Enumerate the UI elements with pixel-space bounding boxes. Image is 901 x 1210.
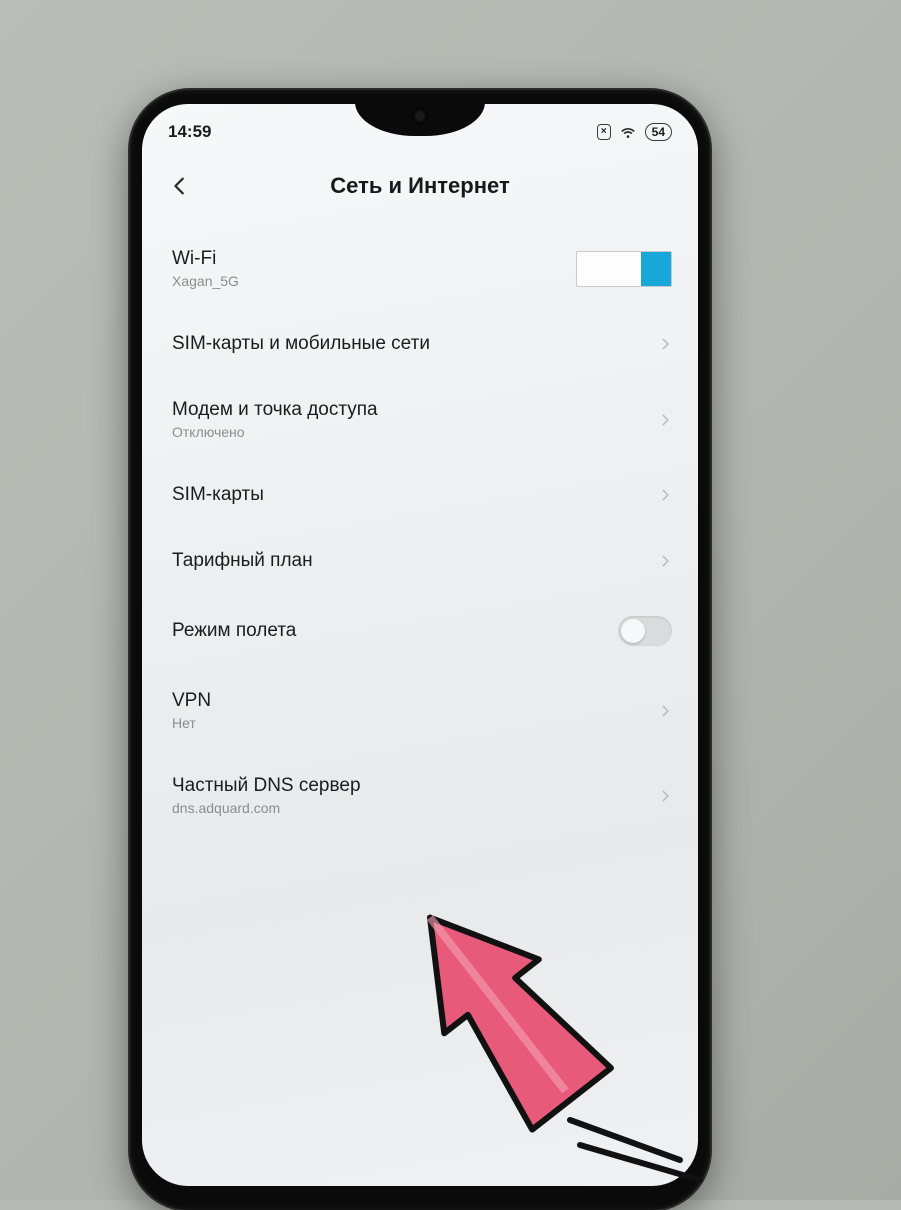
chevron-right-icon — [658, 554, 672, 568]
battery-indicator: 54 — [645, 123, 672, 141]
airplane-toggle[interactable] — [618, 616, 672, 646]
wifi-toggle[interactable] — [576, 251, 672, 287]
dns-sublabel: dns.adquard.com — [172, 800, 361, 816]
row-sim-mobile[interactable]: SIM-карты и мобильные сети — [172, 311, 672, 377]
no-sim-icon: × — [597, 124, 611, 140]
hotspot-sublabel: Отключено — [172, 424, 378, 440]
dns-label: Частный DNS сервер — [172, 775, 361, 797]
chevron-left-icon — [169, 175, 191, 197]
tariff-label: Тарифный план — [172, 550, 313, 572]
chevron-right-icon — [658, 704, 672, 718]
airplane-label: Режим полета — [172, 620, 296, 642]
wifi-icon — [619, 123, 637, 141]
wifi-sublabel: Xagan_5G — [172, 273, 239, 289]
phone-frame: 14:59 × 54 Сеть и Интернет Wi-Fi — [130, 90, 710, 1210]
chevron-right-icon — [658, 337, 672, 351]
vpn-label: VPN — [172, 690, 211, 712]
row-wifi[interactable]: Wi-Fi Xagan_5G — [172, 226, 672, 311]
vpn-sublabel: Нет — [172, 715, 211, 731]
settings-list: Wi-Fi Xagan_5G SIM-карты и мобильные сет… — [142, 220, 698, 838]
wifi-label: Wi-Fi — [172, 248, 239, 270]
row-sim[interactable]: SIM-карты — [172, 462, 672, 528]
chevron-right-icon — [658, 789, 672, 803]
row-tariff[interactable]: Тарифный план — [172, 528, 672, 594]
page-title: Сеть и Интернет — [200, 173, 640, 199]
row-hotspot[interactable]: Модем и точка доступа Отключено — [172, 377, 672, 462]
status-time: 14:59 — [168, 122, 211, 142]
back-button[interactable] — [160, 166, 200, 206]
hotspot-label: Модем и точка доступа — [172, 399, 378, 421]
sim-label: SIM-карты — [172, 484, 264, 506]
row-vpn[interactable]: VPN Нет — [172, 668, 672, 753]
row-private-dns[interactable]: Частный DNS сервер dns.adquard.com — [172, 753, 672, 838]
page-header: Сеть и Интернет — [142, 148, 698, 220]
sim-mobile-label: SIM-карты и мобильные сети — [172, 333, 430, 355]
phone-screen: 14:59 × 54 Сеть и Интернет Wi-Fi — [142, 104, 698, 1186]
chevron-right-icon — [658, 488, 672, 502]
chevron-right-icon — [658, 413, 672, 427]
row-airplane[interactable]: Режим полета — [172, 594, 672, 668]
